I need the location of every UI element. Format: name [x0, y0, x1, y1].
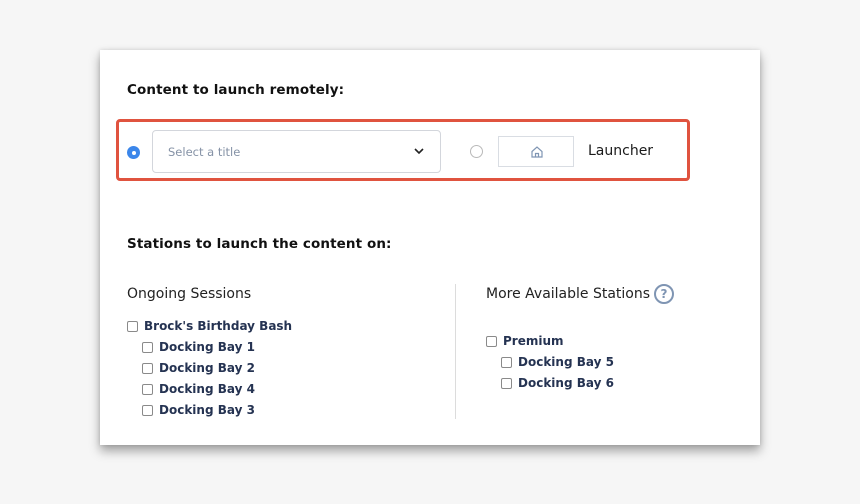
- launch-content-panel: Content to launch remotely: Select a tit…: [100, 50, 760, 445]
- content-heading: Content to launch remotely:: [127, 82, 345, 98]
- station-group-label: Premium: [503, 334, 564, 348]
- checkbox[interactable]: [501, 356, 512, 368]
- ongoing-sessions-title: Ongoing Sessions: [127, 286, 252, 302]
- station-checkbox-row[interactable]: Docking Bay 6: [501, 374, 614, 392]
- title-select-radio[interactable]: [127, 146, 140, 159]
- station-label: Docking Bay 4: [159, 382, 255, 396]
- station-checkbox-row[interactable]: Docking Bay 3: [142, 401, 255, 419]
- session-group-checkbox-row[interactable]: Brock's Birthday Bash: [127, 317, 292, 335]
- checkbox[interactable]: [142, 341, 153, 353]
- station-checkbox-row[interactable]: Docking Bay 2: [142, 359, 255, 377]
- checkbox[interactable]: [501, 377, 512, 389]
- stations-heading: Stations to launch the content on:: [127, 236, 392, 252]
- help-icon[interactable]: ?: [654, 284, 674, 304]
- checkbox[interactable]: [142, 404, 153, 416]
- available-stations-title: More Available Stations: [486, 286, 651, 302]
- station-label: Docking Bay 2: [159, 361, 255, 375]
- session-group-label: Brock's Birthday Bash: [144, 319, 293, 333]
- station-checkbox-row[interactable]: Docking Bay 4: [142, 380, 255, 398]
- station-label: Docking Bay 6: [518, 376, 614, 390]
- station-group-checkbox-row[interactable]: Premium: [486, 332, 564, 350]
- launcher-radio[interactable]: [470, 145, 483, 158]
- title-select-placeholder: Select a title: [168, 145, 241, 159]
- station-checkbox-row[interactable]: Docking Bay 1: [142, 338, 255, 356]
- home-icon: [531, 146, 543, 158]
- station-checkbox-row[interactable]: Docking Bay 5: [501, 353, 614, 371]
- station-label: Docking Bay 5: [518, 355, 614, 369]
- launcher-label: Launcher: [588, 143, 654, 159]
- station-label: Docking Bay 1: [159, 340, 255, 354]
- column-divider: [455, 284, 456, 419]
- checkbox[interactable]: [142, 383, 153, 395]
- checkbox[interactable]: [142, 362, 153, 374]
- title-select-dropdown[interactable]: Select a title: [152, 130, 441, 173]
- launcher-icon-box[interactable]: [498, 136, 574, 167]
- chevron-down-icon: [414, 148, 424, 155]
- checkbox[interactable]: [486, 335, 497, 347]
- station-label: Docking Bay 3: [159, 403, 255, 417]
- checkbox[interactable]: [127, 320, 138, 332]
